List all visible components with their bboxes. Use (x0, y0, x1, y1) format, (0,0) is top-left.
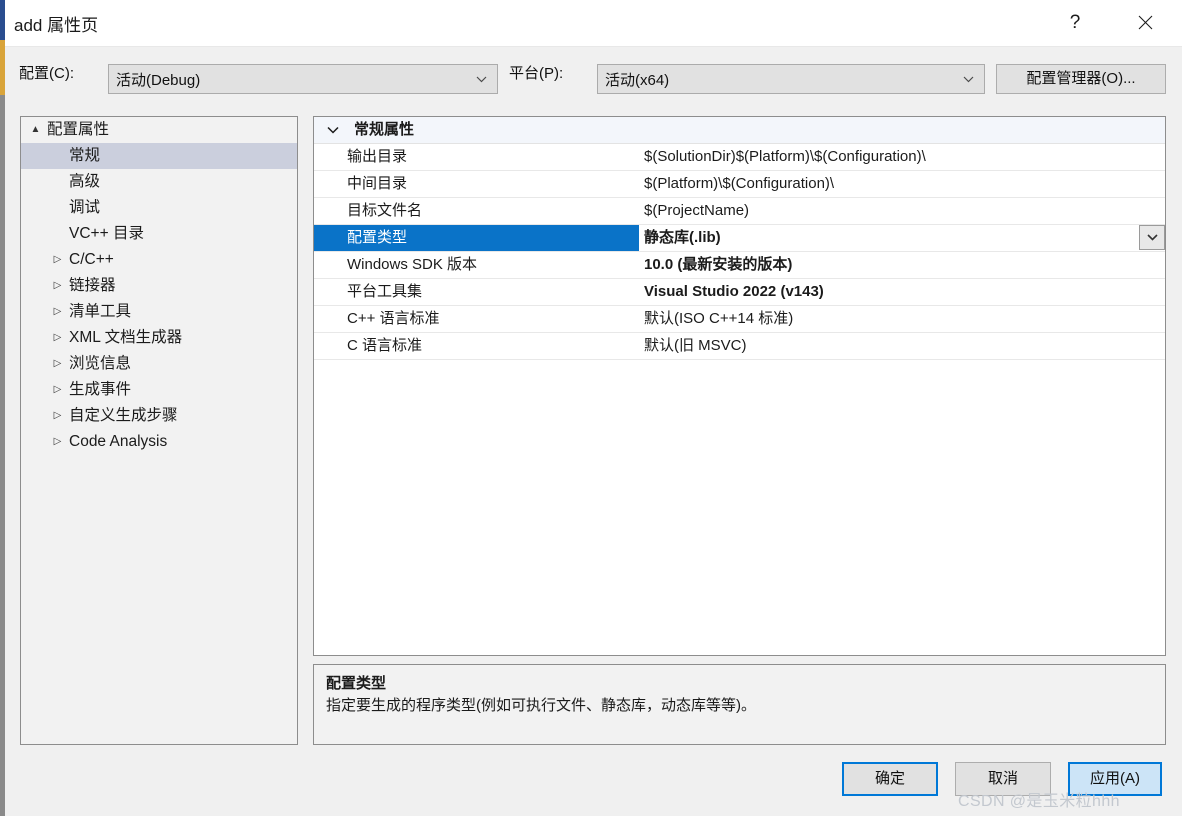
configuration-manager-button[interactable]: 配置管理器(O)... (996, 64, 1166, 94)
property-row[interactable]: C 语言标准 默认(旧 MSVC) (314, 333, 1165, 360)
property-value[interactable]: $(ProjectName) (644, 198, 1161, 224)
sidebar-item[interactable]: 常规 (21, 143, 297, 169)
property-name: 中间目录 (347, 175, 408, 192)
twisty-expanded-icon[interactable]: ▲ (27, 117, 44, 143)
value-dropdown-button[interactable] (1139, 225, 1165, 250)
apply-button[interactable]: 应用(A) (1068, 762, 1162, 796)
property-value[interactable]: 静态库(.lib) (644, 225, 1161, 251)
property-value[interactable]: $(Platform)\$(Configuration)\ (644, 171, 1161, 197)
property-tree-list: ▲ 配置属性 常规 高级 调试 VC++ 目录 ▷ C/C++ ▷ 链接器 ▷ 清单工具 ▷ XML 文档… (21, 117, 297, 455)
platform-label: 平台(P): (509, 65, 564, 82)
property-value[interactable]: 默认(旧 MSVC) (644, 333, 1161, 359)
twisty-collapsed-icon[interactable]: ▷ (49, 247, 66, 273)
property-value[interactable]: 10.0 (最新安装的版本) (644, 252, 1161, 278)
property-group-title: 常规属性 (354, 121, 415, 138)
sidebar-item[interactable]: ▷ 生成事件 (21, 377, 297, 403)
chevron-down-icon[interactable] (324, 117, 342, 143)
property-row[interactable]: 平台工具集 Visual Studio 2022 (v143) (314, 279, 1165, 306)
property-name: C++ 语言标准 (347, 310, 440, 327)
twisty-collapsed-icon[interactable]: ▷ (49, 351, 66, 377)
twisty-none (49, 221, 66, 247)
twisty-collapsed-icon[interactable]: ▷ (49, 403, 66, 429)
twisty-none (49, 169, 66, 195)
twisty-collapsed-icon[interactable]: ▷ (49, 429, 66, 455)
configuration-toolbar: 配置(C): 活动(Debug) 平台(P): 活动(x64) 配置管理器(O)… (5, 46, 1182, 114)
platform-dropdown[interactable]: 活动(x64) (597, 64, 985, 94)
description-panel: 配置类型 指定要生成的程序类型(例如可执行文件、静态库，动态库等等)。 (313, 664, 1166, 745)
sidebar-item[interactable]: ▲ 配置属性 (21, 117, 297, 143)
description-title: 配置类型 (326, 675, 387, 692)
sidebar-item[interactable]: ▷ 浏览信息 (21, 351, 297, 377)
question-mark-glyph: ? (1069, 11, 1081, 33)
property-group-header[interactable]: 常规属性 (314, 117, 1165, 144)
property-value[interactable]: $(SolutionDir)$(Platform)\$(Configuratio… (644, 144, 1161, 170)
sidebar-item[interactable]: VC++ 目录 (21, 221, 297, 247)
chevron-down-icon (1146, 234, 1158, 241)
window-edge-accent (0, 0, 5, 816)
property-name: 输出目录 (347, 148, 408, 165)
property-name: 配置类型 (347, 229, 408, 246)
help-icon[interactable]: ? (1052, 0, 1098, 45)
property-value[interactable]: 默认(ISO C++14 标准) (644, 306, 1161, 332)
property-name: Windows SDK 版本 (347, 256, 478, 273)
chevron-down-icon (960, 65, 976, 93)
configuration-value: 活动(Debug) (116, 72, 201, 89)
property-grid-panel[interactable]: 常规属性 输出目录 $(SolutionDir)$(Platform)\$(Con… (313, 116, 1166, 656)
configuration-dropdown[interactable]: 活动(Debug) (108, 64, 498, 94)
property-row[interactable]: Windows SDK 版本 10.0 (最新安装的版本) (314, 252, 1165, 279)
sidebar-item-label: 配置属性 (47, 121, 110, 138)
close-glyph (1138, 15, 1152, 30)
twisty-none (49, 195, 66, 221)
ok-button[interactable]: 确定 (842, 762, 938, 796)
sidebar-item[interactable]: 调试 (21, 195, 297, 221)
window-title: add 属性页 (14, 16, 99, 35)
property-row[interactable]: 目标文件名 $(ProjectName) (314, 198, 1165, 225)
accent-segment-grey (0, 95, 5, 816)
property-name: 目标文件名 (347, 202, 423, 219)
twisty-collapsed-icon[interactable]: ▷ (49, 299, 66, 325)
sidebar-item[interactable]: ▷ C/C++ (21, 247, 297, 273)
chevron-down-icon (473, 65, 489, 93)
sidebar-item[interactable]: ▷ 链接器 (21, 273, 297, 299)
property-row[interactable]: C++ 语言标准 默认(ISO C++14 标准) (314, 306, 1165, 333)
property-name: 平台工具集 (347, 283, 423, 300)
sidebar-item[interactable]: ▷ Code Analysis (21, 429, 297, 455)
twisty-collapsed-icon[interactable]: ▷ (49, 273, 66, 299)
cancel-button[interactable]: 取消 (955, 762, 1051, 796)
platform-value: 活动(x64) (605, 72, 670, 89)
twisty-none (49, 143, 66, 169)
configuration-label: 配置(C): (19, 65, 74, 82)
sidebar-item[interactable]: 高级 (21, 169, 297, 195)
sidebar-item[interactable]: ▷ XML 文档生成器 (21, 325, 297, 351)
property-value[interactable]: Visual Studio 2022 (v143) (644, 279, 1161, 305)
sidebar-item[interactable]: ▷ 自定义生成步骤 (21, 403, 297, 429)
property-row[interactable]: 输出目录 $(SolutionDir)$(Platform)\$(Configur… (314, 144, 1165, 171)
property-name: C 语言标准 (347, 337, 423, 354)
twisty-collapsed-icon[interactable]: ▷ (49, 325, 66, 351)
property-row[interactable]: 中间目录 $(Platform)\$(Configuration)\ (314, 171, 1165, 198)
property-tree-panel[interactable]: ▲ 配置属性 常规 高级 调试 VC++ 目录 ▷ C/C++ ▷ 链接器 ▷ 清单工具 ▷ XML 文档… (20, 116, 298, 745)
property-grid-rows: 输出目录 $(SolutionDir)$(Platform)\$(Configur… (314, 144, 1165, 360)
description-body: 指定要生成的程序类型(例如可执行文件、静态库，动态库等等)。 (326, 697, 756, 714)
close-icon[interactable] (1122, 0, 1168, 45)
property-row[interactable]: 配置类型 静态库(.lib) (314, 225, 1165, 252)
sidebar-item[interactable]: ▷ 清单工具 (21, 299, 297, 325)
title-bar: add 属性页 ? (5, 0, 1182, 47)
twisty-collapsed-icon[interactable]: ▷ (49, 377, 66, 403)
